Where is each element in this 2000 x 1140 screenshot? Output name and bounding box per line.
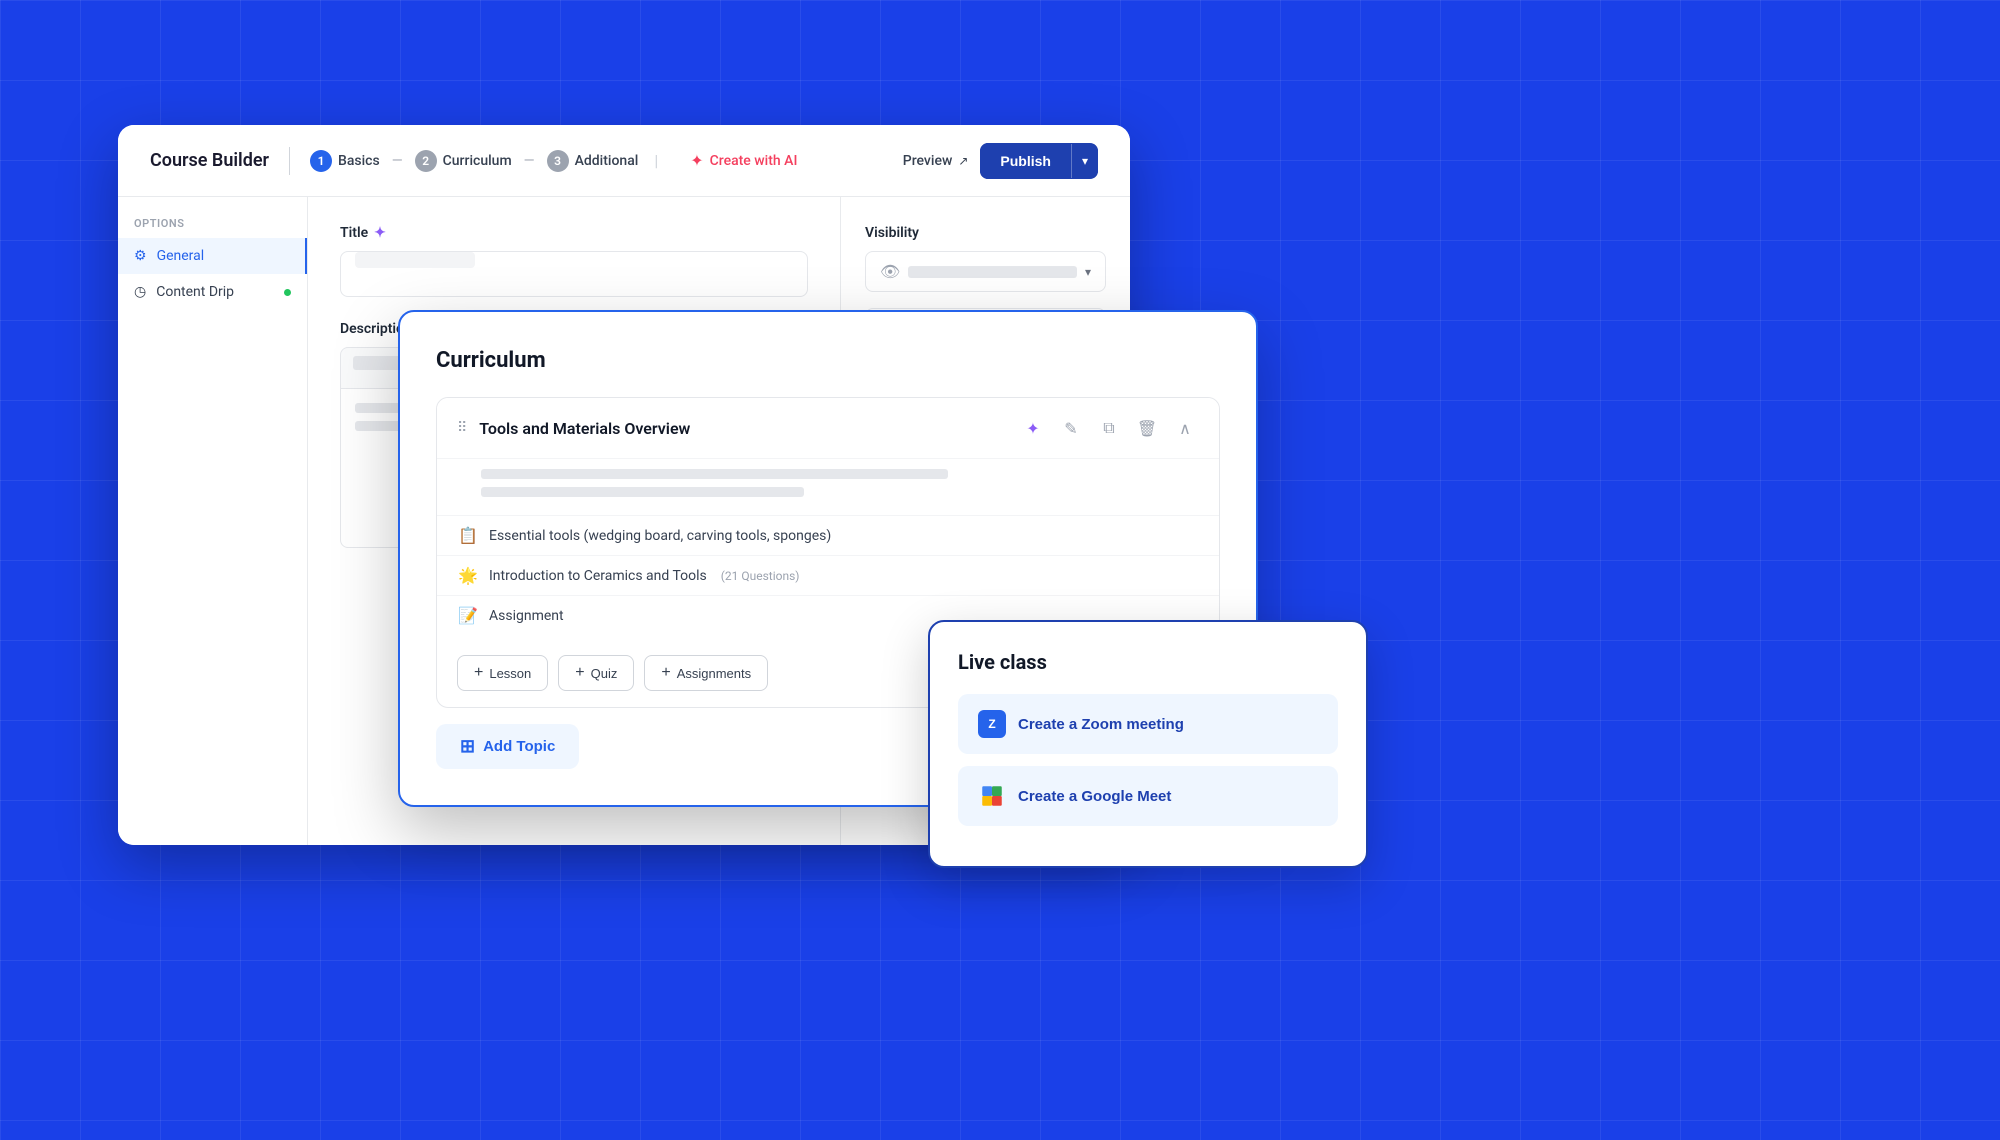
title-placeholder [355, 252, 475, 268]
step-2-label: Curriculum [443, 153, 512, 169]
sidebar-item-content-drip-label: Content Drip [156, 284, 234, 300]
visibility-value [908, 266, 1077, 278]
step-2[interactable]: 2 Curriculum [415, 150, 512, 172]
plus-icon: + [575, 664, 584, 682]
ai-enhance-icon[interactable]: ✦ [1019, 414, 1047, 442]
quiz-icon: 🌟 [457, 566, 479, 585]
step-2-num: 2 [415, 150, 437, 172]
add-lesson-button[interactable]: + Lesson [457, 655, 548, 691]
add-lesson-label: Lesson [489, 666, 531, 681]
step-1[interactable]: 1 Basics [310, 150, 380, 172]
assignment-icon: 📝 [457, 606, 479, 625]
topic-placeholder-area [437, 458, 1219, 515]
clock-icon: ◷ [134, 284, 146, 300]
zoom-btn-label: Create a Zoom meeting [1018, 716, 1184, 733]
item-text-1: Introduction to Ceramics and Tools [489, 568, 707, 584]
topic-actions: ✦ ✎ ⧉ 🗑 ∧ [1019, 414, 1199, 442]
options-label: Options [118, 217, 307, 230]
header-divider [289, 147, 290, 175]
create-zoom-button[interactable]: Z Create a Zoom meeting [958, 694, 1338, 754]
add-topic-plus-icon: ⊞ [460, 736, 475, 757]
zoom-icon: Z [978, 710, 1006, 738]
divider-pipe: | [654, 151, 658, 170]
header-actions: Preview ↗ Publish ▾ [903, 143, 1098, 179]
item-text-0: Essential tools (wedging board, carving … [489, 528, 831, 544]
collapse-icon[interactable]: ∧ [1171, 414, 1199, 442]
list-item: 🌟 Introduction to Ceramics and Tools (21… [437, 555, 1219, 595]
drag-handle-icon[interactable]: ⠿ [457, 420, 467, 436]
add-topic-button[interactable]: ⊞ Add Topic [436, 724, 579, 769]
arrow-1: — [392, 153, 403, 169]
plus-icon: + [474, 664, 483, 682]
content-drip-status-dot [284, 289, 291, 296]
create-ai-label: Create with AI [710, 153, 798, 169]
topic-name: Tools and Materials Overview [479, 419, 1019, 438]
step-1-num: 1 [310, 150, 332, 172]
sidebar-item-general-label: General [157, 248, 205, 264]
list-item: 📋 Essential tools (wedging board, carvin… [437, 515, 1219, 555]
item-text-2: Assignment [489, 608, 564, 624]
visibility-select[interactable]: 👁 ▾ [865, 251, 1106, 292]
eye-icon: 👁 [880, 262, 900, 281]
duplicate-icon[interactable]: ⧉ [1095, 414, 1123, 442]
plus-icon: + [661, 664, 670, 682]
title-sparkle-icon: ✦ [374, 225, 386, 241]
publish-button[interactable]: Publish [980, 143, 1071, 179]
item-badge-1: (21 Questions) [721, 569, 800, 583]
add-assignments-button[interactable]: + Assignments [644, 655, 768, 691]
add-topic-label: Add Topic [483, 738, 555, 755]
header-bar: Course Builder 1 Basics — 2 Curriculum —… [118, 125, 1130, 197]
preview-label: Preview [903, 153, 953, 169]
steps-nav: 1 Basics — 2 Curriculum — 3 Additional |… [310, 150, 903, 172]
publish-btn-group: Publish ▾ [980, 143, 1098, 179]
sidebar-item-content-drip[interactable]: ◷ Content Drip [118, 274, 307, 310]
live-class-panel: Live class Z Create a Zoom meeting Creat… [928, 620, 1368, 868]
ai-sparkle-icon: ✦ [690, 151, 703, 170]
app-title: Course Builder [150, 150, 269, 171]
google-meet-icon [978, 782, 1006, 810]
edit-icon[interactable]: ✎ [1057, 414, 1085, 442]
topic-ph-line-2 [481, 487, 804, 497]
title-input[interactable] [340, 251, 808, 297]
live-class-title: Live class [958, 650, 1338, 674]
step-3-num: 3 [547, 150, 569, 172]
publish-dropdown-button[interactable]: ▾ [1071, 144, 1098, 178]
sidebar-item-general[interactable]: ⚙ General [118, 238, 307, 274]
gear-icon: ⚙ [134, 248, 147, 264]
topic-header: ⠿ Tools and Materials Overview ✦ ✎ ⧉ 🗑 ∧ [437, 398, 1219, 458]
preview-button[interactable]: Preview ↗ [903, 153, 969, 169]
curriculum-title: Curriculum [436, 348, 1220, 373]
create-ai-button[interactable]: ✦ Create with AI [690, 151, 797, 170]
add-quiz-label: Quiz [591, 666, 618, 681]
create-google-meet-button[interactable]: Create a Google Meet [958, 766, 1338, 826]
add-quiz-button[interactable]: + Quiz [558, 655, 634, 691]
title-label: Title ✦ [340, 225, 808, 241]
google-meet-btn-label: Create a Google Meet [1018, 788, 1171, 805]
visibility-label: Visibility [865, 225, 1106, 241]
add-assignments-label: Assignments [677, 666, 751, 681]
arrow-2: — [524, 153, 535, 169]
topic-ph-line-1 [481, 469, 948, 479]
delete-icon[interactable]: 🗑 [1133, 414, 1161, 442]
step-3-label: Additional [575, 153, 639, 169]
step-1-label: Basics [338, 153, 380, 169]
chevron-down-icon: ▾ [1085, 265, 1091, 279]
step-3[interactable]: 3 Additional [547, 150, 639, 172]
lesson-icon: 📋 [457, 526, 479, 545]
external-link-icon: ↗ [958, 154, 968, 168]
options-sidebar: Options ⚙ General ◷ Content Drip [118, 197, 308, 845]
